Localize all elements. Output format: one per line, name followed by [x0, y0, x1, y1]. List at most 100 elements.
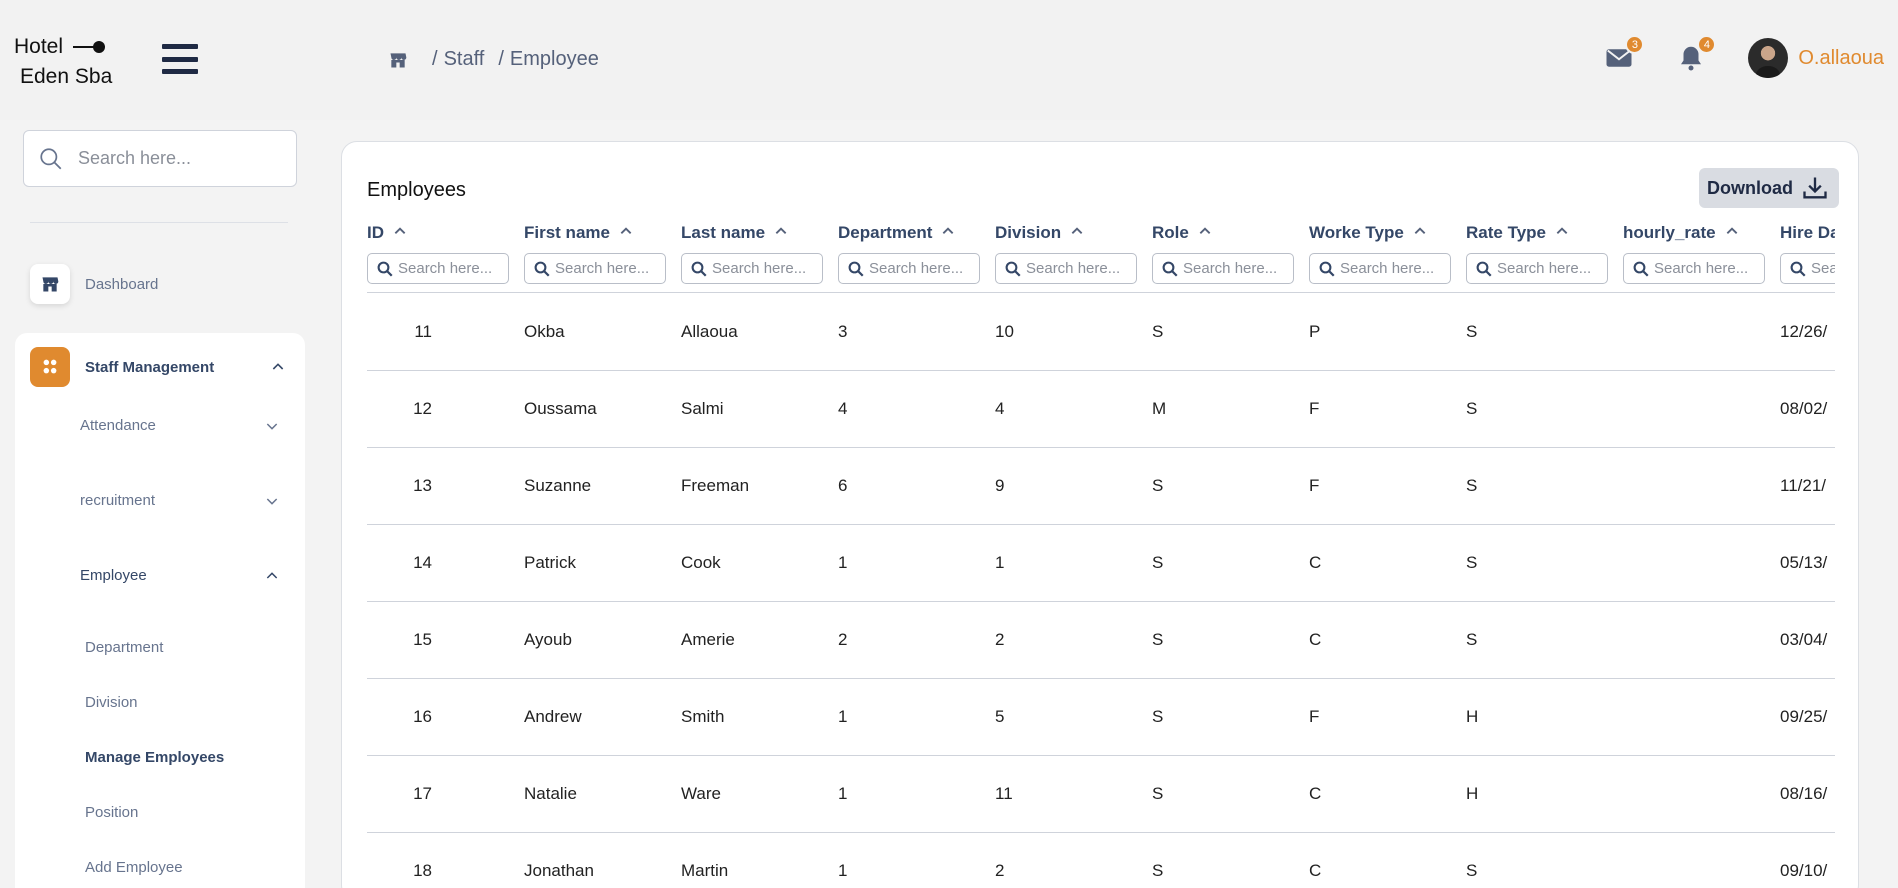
column-filter-input[interactable]	[1340, 260, 1450, 277]
chevron-up-icon	[272, 363, 284, 370]
column-header-label: First name	[524, 223, 610, 242]
column-filter	[1309, 253, 1451, 284]
table-cell: 14	[413, 552, 432, 572]
column-header-label: Department	[838, 223, 933, 242]
search-icon	[1004, 260, 1022, 278]
table-cell: C	[1309, 629, 1322, 649]
table-row[interactable]: 13 Suzanne Freeman 6 9 S F S 11/21/	[367, 447, 1835, 524]
column-header[interactable]: Worke Type	[1309, 218, 1466, 248]
sidebar-item-label: Dashboard	[85, 275, 159, 293]
logo-line-1: Hotel	[14, 35, 64, 58]
table-cell: Suzanne	[524, 475, 592, 495]
table-cell: 2	[838, 629, 848, 649]
sort-arrow-up-icon[interactable]	[619, 223, 633, 243]
top-bar: Hotel Eden Sba / Staff / Employee 3 4 O.…	[0, 0, 1898, 120]
column-filter-input[interactable]	[1497, 260, 1607, 277]
table-row[interactable]: 16 Andrew Smith 1 5 S F H 09/25/	[367, 678, 1835, 755]
table-cell: 16	[413, 706, 432, 726]
column-filter-input[interactable]	[1183, 260, 1293, 277]
column-filter	[1152, 253, 1294, 284]
sidebar-item-manage-employees[interactable]: Manage Employees	[85, 749, 224, 766]
table-cell: Natalie	[524, 783, 577, 803]
table-cell: 18	[413, 860, 432, 880]
sidebar-search-input[interactable]	[78, 148, 278, 169]
app-logo[interactable]: Hotel Eden Sba	[14, 32, 124, 92]
sidebar-item-position[interactable]: Position	[85, 804, 138, 821]
table-row[interactable]: 14 Patrick Cook 1 1 S C S 05/13/	[367, 524, 1835, 601]
table-cell: Okba	[524, 321, 565, 341]
column-filter-input[interactable]	[1026, 260, 1136, 277]
download-button[interactable]: Download	[1699, 168, 1839, 208]
column-header[interactable]: Department	[838, 218, 995, 248]
sidebar: Dashboard Staff Management Attendance	[0, 120, 318, 888]
sort-arrow-up-icon[interactable]	[1070, 223, 1084, 243]
table-row[interactable]: 18 Jonathan Martin 1 2 S C S 09/10/	[367, 832, 1835, 888]
sidebar-item-staff-management[interactable]: Staff Management	[30, 347, 292, 387]
column-header[interactable]: Last name	[681, 218, 838, 248]
column-header[interactable]: hourly_rate	[1623, 218, 1780, 248]
search-icon	[690, 260, 708, 278]
sidebar-item-division[interactable]: Division	[85, 694, 138, 711]
column-header[interactable]: Rate Type	[1466, 218, 1623, 248]
column-header[interactable]: Division	[995, 218, 1152, 248]
sidebar-item-employee[interactable]: Employee	[80, 567, 280, 584]
username-link[interactable]: O.allaoua	[1798, 47, 1884, 70]
sidebar-item-recruitment[interactable]: recruitment	[80, 492, 280, 509]
table-cell: F	[1309, 475, 1320, 495]
sidebar-item-label: recruitment	[80, 492, 156, 509]
column-filter-input[interactable]	[1811, 260, 1835, 277]
table-row[interactable]: 11 Okba Allaoua 3 10 S P S 12/26/	[367, 293, 1835, 370]
column-filter-input[interactable]	[1654, 260, 1764, 277]
table-cell: 12/26/	[1780, 321, 1828, 341]
table-cell: Ware	[681, 783, 721, 803]
sidebar-item-label: Staff Management	[85, 358, 215, 376]
table-cell: S	[1466, 629, 1478, 649]
table-cell: 4	[838, 398, 848, 418]
table-cell: S	[1466, 321, 1478, 341]
sort-arrow-up-icon[interactable]	[1413, 223, 1427, 243]
sidebar-item-add-employee[interactable]: Add Employee	[85, 859, 183, 876]
table-row[interactable]: 15 Ayoub Amerie 2 2 S C S 03/04/	[367, 601, 1835, 678]
table-cell: 4	[995, 398, 1005, 418]
column-header[interactable]: First name	[524, 218, 681, 248]
column-header[interactable]: ID	[367, 218, 524, 248]
menu-toggle-icon[interactable]	[162, 44, 198, 74]
table-cell: 17	[413, 783, 432, 803]
mail-button[interactable]: 3	[1604, 35, 1645, 73]
notifications-button[interactable]: 4	[1676, 35, 1717, 73]
avatar[interactable]	[1748, 38, 1789, 78]
table-cell: C	[1309, 860, 1322, 880]
sidebar-item-dashboard[interactable]: Dashboard	[30, 264, 158, 304]
table-row[interactable]: 12 Oussama Salmi 4 4 M F S 08/02/	[367, 370, 1835, 447]
column-filter-input[interactable]	[869, 260, 979, 277]
sort-arrow-up-icon[interactable]	[1725, 223, 1739, 243]
store-icon[interactable]	[388, 50, 408, 70]
table-cell: S	[1466, 860, 1478, 880]
table-cell: S	[1152, 629, 1164, 649]
sort-arrow-up-icon[interactable]	[393, 223, 407, 243]
table-cell: F	[1309, 706, 1320, 726]
sidebar-item-attendance[interactable]: Attendance	[80, 417, 280, 434]
column-filter-input[interactable]	[712, 260, 822, 277]
table-row[interactable]: 17 Natalie Ware 1 11 S C H 08/16/	[367, 755, 1835, 832]
sort-arrow-up-icon[interactable]	[774, 223, 788, 243]
sort-arrow-up-icon[interactable]	[1198, 223, 1212, 243]
sort-arrow-up-icon[interactable]	[1555, 223, 1569, 243]
sort-arrow-up-icon[interactable]	[941, 223, 955, 243]
table-cell: S	[1152, 475, 1164, 495]
column-filter-input[interactable]	[398, 260, 508, 277]
sidebar-search	[23, 130, 297, 187]
table-cell: M	[1152, 398, 1167, 418]
table-cell: 1	[838, 552, 848, 572]
column-filter-input[interactable]	[555, 260, 665, 277]
column-header[interactable]: Hire Date	[1780, 218, 1835, 248]
table-header-row: ID First name Last name Department Division R…	[367, 218, 1835, 248]
breadcrumb-item-staff[interactable]: Staff	[444, 48, 485, 71]
column-header-label: Last name	[681, 223, 766, 242]
search-icon	[847, 260, 865, 278]
sidebar-item-department[interactable]: Department	[85, 639, 163, 656]
column-header[interactable]: Role	[1152, 218, 1309, 248]
table-cell: 05/13/	[1780, 552, 1828, 572]
table-cell: 1	[838, 860, 848, 880]
search-icon	[1789, 260, 1807, 278]
